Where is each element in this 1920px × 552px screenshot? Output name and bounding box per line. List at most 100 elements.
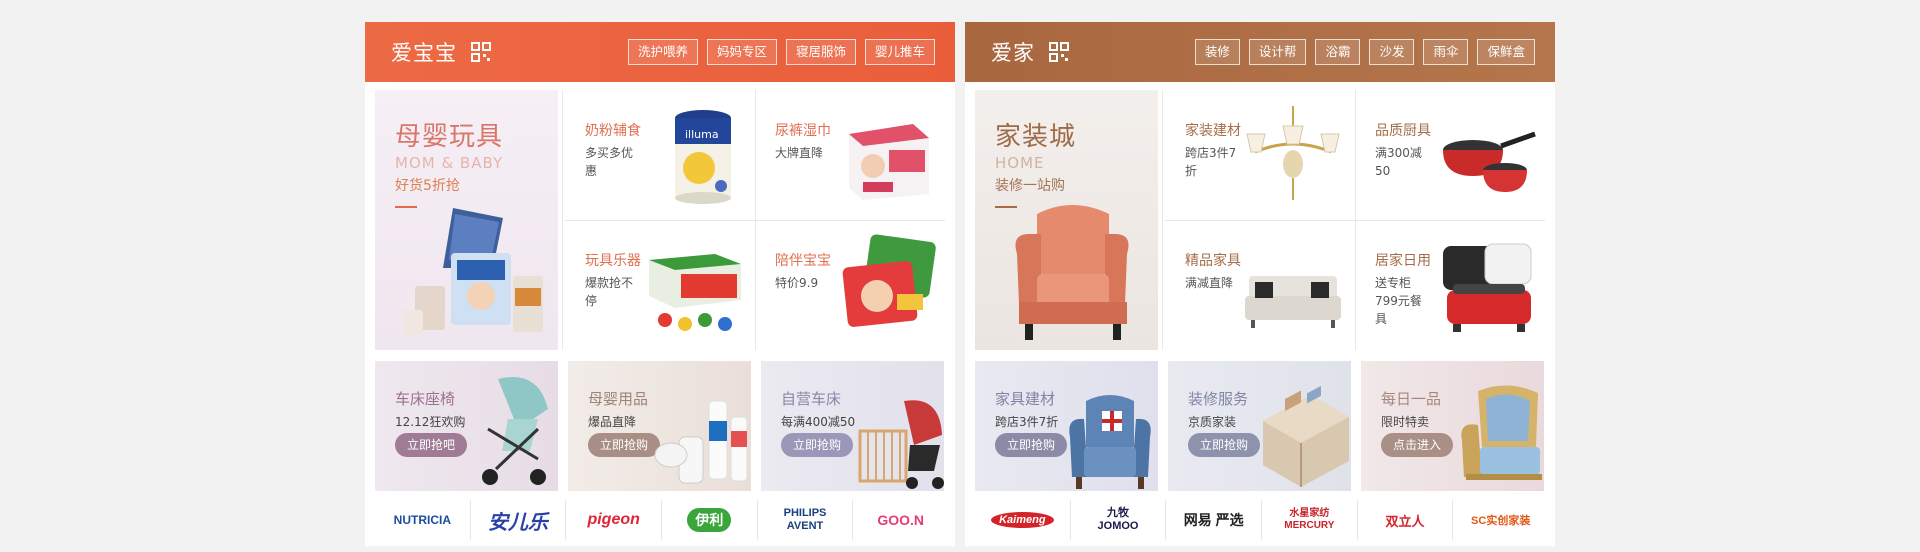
cell-title: 尿裤湿巾: [775, 123, 831, 139]
cell-desc: 跨店3件7折: [1185, 146, 1237, 178]
promo-button[interactable]: 立即抢购: [995, 433, 1068, 457]
hero-subtitle-en: MOM & BABY: [395, 154, 504, 172]
picture-books-image: [842, 234, 936, 327]
promo-title: 车床座椅: [395, 390, 456, 408]
cell-companion[interactable]: 陪伴宝宝 特价9.9: [755, 220, 943, 350]
cell-title: 居家日用: [1375, 253, 1431, 269]
brand-logo[interactable]: Kaimeng: [975, 500, 1071, 540]
cell-desc: 爆款抢不停: [585, 276, 634, 308]
cell-furniture[interactable]: 精品家具 满减直降: [1165, 220, 1353, 350]
brand-logo[interactable]: 水星家纺 MERCURY: [1262, 500, 1358, 540]
promo-button[interactable]: 立即抢购: [1188, 433, 1261, 457]
promo-desc: 跨店3件7折: [995, 415, 1059, 429]
brand-logo[interactable]: 网易 严选: [1166, 500, 1263, 540]
tag-bedding-clothing[interactable]: 寝居服饰: [785, 39, 856, 65]
chandelier-image: [1246, 106, 1340, 200]
home-panel: 爱家 装修 设计帮 浴霸 沙发 雨伞 保鲜盒 家装城 HOME 装修一站购 家装…: [965, 22, 1555, 546]
promo-furniture-materials[interactable]: 家具建材 跨店3件7折 立即抢购: [975, 361, 1158, 491]
cell-building-materials[interactable]: 家装建材 跨店3件7折: [1165, 90, 1353, 220]
promo-button[interactable]: 立即抢吧: [395, 433, 468, 457]
brand-logo[interactable]: 伊利: [662, 500, 758, 540]
promo-button[interactable]: 立即抢购: [588, 433, 661, 457]
electric-grill-image: [1443, 243, 1532, 332]
cell-diapers[interactable]: 尿裤湿巾 大牌直降: [755, 90, 943, 220]
cell-title: 陪伴宝宝: [775, 253, 831, 269]
hero-slogan: 好货5折抢: [395, 178, 460, 194]
promo-desc: 12.12狂欢购: [395, 415, 466, 429]
cell-desc: 大牌直降: [775, 146, 824, 160]
tag-wash-feed[interactable]: 洗护喂养: [627, 39, 698, 65]
cell-title: 精品家具: [1185, 253, 1241, 269]
cell-formula[interactable]: 奶粉辅食 多买多优惠 illuma: [565, 90, 753, 220]
promo-button[interactable]: 点击进入: [1381, 433, 1454, 457]
brand-logo[interactable]: pigeon: [566, 500, 663, 540]
hero-title: 家装城: [995, 122, 1077, 152]
floor-plan-image: [1263, 385, 1349, 487]
brand-logo[interactable]: 九牧 JOMOO: [1071, 500, 1167, 540]
brand-logo[interactable]: 双立人: [1358, 500, 1454, 540]
brand-logo[interactable]: GOO.N: [853, 500, 948, 540]
cookware-image: [1443, 131, 1536, 192]
promo-desc: 爆品直降: [588, 415, 637, 429]
tag-food-container[interactable]: 保鲜盒: [1477, 39, 1535, 65]
cell-toys[interactable]: 玩具乐器 爆款抢不停: [565, 220, 753, 350]
tag-decoration[interactable]: 装修: [1194, 39, 1240, 65]
hero-title: 母婴玩具: [395, 122, 504, 152]
divider: [562, 90, 563, 350]
cell-title: 奶粉辅食: [585, 123, 641, 139]
promo-decoration-service[interactable]: 装修服务 京质家装 立即抢购: [1168, 361, 1351, 491]
tag-design-help[interactable]: 设计帮: [1248, 39, 1307, 65]
home-header: 爱家 装修 设计帮 浴霸 沙发 雨伞 保鲜盒: [965, 22, 1555, 82]
promo-self-run-crib[interactable]: 自营车床 每满400减50 立即抢购: [761, 361, 944, 491]
promo-title: 自营车床: [781, 390, 842, 408]
tag-mom-zone[interactable]: 妈妈专区: [706, 39, 777, 65]
cell-desc: 送专柜799元餐具: [1375, 276, 1422, 326]
hero-home[interactable]: 家装城 HOME 装修一站购: [975, 90, 1158, 350]
promo-daily-item[interactable]: 每日一品 限时特卖 点击进入: [1361, 361, 1544, 491]
brand-logo[interactable]: SC实创家装: [1453, 500, 1548, 540]
armchair-image: [1015, 205, 1129, 340]
cell-desc: 满减直降: [1185, 276, 1234, 290]
tag-umbrella[interactable]: 雨伞: [1423, 39, 1469, 65]
home-brand-bar: Kaimeng 九牧 JOMOO 网易 严选 水星家纺 MERCURY 双立人 …: [975, 500, 1548, 540]
tag-stroller[interactable]: 婴儿推车: [864, 39, 935, 65]
cell-desc: 多买多优惠: [585, 146, 634, 178]
promo-title: 家具建材: [995, 390, 1056, 408]
promo-button[interactable]: 立即抢购: [781, 433, 854, 457]
divider: [1162, 90, 1163, 350]
promo-title: 母婴用品: [588, 390, 649, 408]
hero-slogan: 装修一站购: [995, 178, 1065, 194]
cell-desc: 满300减50: [1375, 146, 1422, 178]
promo-desc: 京质家装: [1188, 415, 1237, 429]
promo-title: 装修服务: [1188, 390, 1249, 408]
cell-title: 家装建材: [1185, 123, 1241, 139]
home-title[interactable]: 爱家: [991, 37, 1035, 67]
diaper-box-image: [849, 124, 929, 200]
bottles-image: [654, 400, 748, 484]
promo-baby-goods[interactable]: 母婴用品 爆品直降 立即抢购: [568, 361, 751, 491]
cell-cookware[interactable]: 品质厨具 满300减50: [1355, 90, 1543, 220]
promo-desc: 限时特卖: [1381, 415, 1430, 429]
baby-brand-bar: NUTRICIA 安儿乐 pigeon 伊利 PHILIPS AVENT GOO…: [375, 500, 948, 540]
hero-mom-baby[interactable]: 母婴玩具 MOM & BABY 好货5折抢: [375, 90, 558, 350]
promo-desc: 每满400减50: [781, 415, 856, 429]
cell-desc: 特价9.9: [775, 276, 819, 290]
brand-logo[interactable]: PHILIPS AVENT: [758, 500, 854, 540]
crib-stroller-image: [858, 400, 944, 489]
blue-armchair-image: [1069, 395, 1151, 489]
tag-sofa[interactable]: 沙发: [1369, 39, 1415, 65]
cell-daily-goods[interactable]: 居家日用 送专柜799元餐具: [1355, 220, 1543, 350]
promo-car-seat[interactable]: 车床座椅 12.12狂欢购 立即抢吧: [375, 361, 558, 491]
tag-bath-heater[interactable]: 浴霸: [1315, 39, 1361, 65]
cell-title: 玩具乐器: [585, 253, 641, 269]
baby-title[interactable]: 爱宝宝: [391, 37, 457, 67]
qr-code-icon[interactable]: [1049, 42, 1069, 62]
brand-logo[interactable]: 安儿乐: [471, 500, 567, 540]
qr-code-icon[interactable]: [471, 42, 491, 62]
sofa-image: [1245, 276, 1341, 328]
svg-text:illuma: illuma: [685, 128, 719, 141]
brand-logo[interactable]: NUTRICIA: [375, 500, 471, 540]
baby-panel: 爱宝宝 洗护喂养 妈妈专区 寝居服饰 婴儿推车 母婴玩具 MOM & BABY …: [365, 22, 955, 546]
milk-powder-can-image: illuma: [675, 110, 731, 204]
toy-blocks-image: [649, 254, 741, 331]
